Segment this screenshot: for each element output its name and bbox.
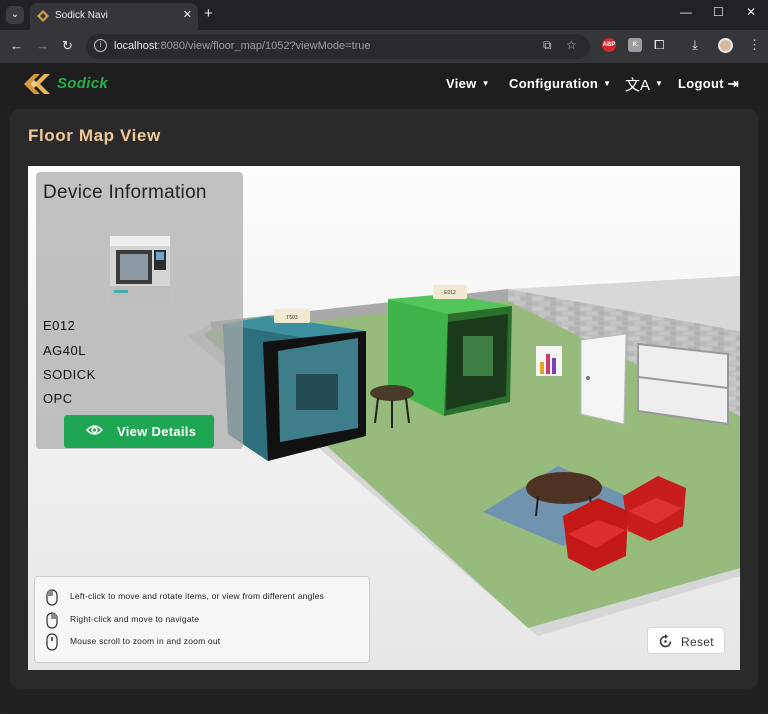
maximize-icon[interactable]: ☐ (713, 5, 724, 19)
machine-e012-label: E012 (444, 290, 456, 296)
tab-close-icon[interactable]: ✕ (183, 8, 192, 21)
device-info-panel: Device Information E012 AG40L SODICK OPC… (36, 172, 243, 449)
view-details-button[interactable]: View Details (64, 415, 214, 448)
reload-icon[interactable]: ↻ (62, 38, 73, 54)
mouse-scroll-icon (46, 633, 58, 651)
machine-t503-label: T503 (286, 315, 298, 321)
window (637, 342, 729, 426)
extensions-puzzle-icon[interactable]: ⧠ (654, 37, 664, 53)
reset-button[interactable]: Reset (647, 627, 725, 654)
back-icon[interactable]: ← (10, 38, 23, 53)
caret-down-icon: ▼ (481, 79, 490, 88)
tab-search-icon[interactable]: ⌄ (6, 6, 24, 24)
view-details-label: View Details (117, 424, 197, 439)
help-row-left-click: Left-click to move and rotate items, or … (45, 586, 365, 606)
app-root: Sodick View ▼ Configuration ▼ 文A ▼ Logout … (0, 63, 768, 714)
round-table-top[interactable] (370, 385, 414, 401)
eye-icon (86, 425, 103, 435)
door-handle (586, 376, 590, 380)
mouse-right-click-icon (46, 612, 58, 629)
close-window-icon[interactable]: ✕ (746, 5, 756, 19)
sodick-logo-icon[interactable] (20, 70, 54, 98)
open-external-icon[interactable]: ⧉ (543, 38, 552, 53)
sodick-favicon-icon (37, 10, 49, 22)
new-tab-icon[interactable]: + (204, 6, 213, 22)
tab-title: Sodick Navi (55, 10, 108, 21)
caret-down-icon: ▼ (603, 79, 612, 88)
browser-window: ⌄ Sodick Navi ✕ + — ☐ ✕ ← → ↻ i localhos… (0, 0, 768, 714)
help-text-right-click: Right-click and move to navigate (70, 614, 200, 624)
device-model: AG40L (43, 343, 86, 358)
navigation-help-box: Left-click to move and rotate items, or … (34, 576, 370, 663)
device-info-title: Device Information (43, 182, 207, 203)
nav-configuration-menu[interactable]: Configuration ▼ (509, 76, 611, 91)
url-text: localhost:8080/view/floor_map/1052?viewM… (114, 40, 371, 52)
logo-text[interactable]: Sodick (57, 75, 108, 92)
reset-rotate-icon (659, 634, 672, 648)
help-text-scroll: Mouse scroll to zoom in and zoom out (70, 636, 221, 646)
browser-tab[interactable]: Sodick Navi ✕ (30, 3, 198, 30)
device-maker: SODICK (43, 367, 96, 382)
logout-button[interactable]: Logout ⇥ (678, 76, 739, 92)
forward-icon[interactable]: → (36, 38, 49, 53)
machine-e012-spindle (463, 336, 493, 376)
browser-toolbar: ← → ↻ i localhost:8080/view/floor_map/10… (0, 30, 768, 63)
app-navbar: Sodick View ▼ Configuration ▼ 文A ▼ Logout … (0, 63, 768, 105)
reset-label: Reset (681, 635, 714, 649)
page-title: Floor Map View (28, 126, 161, 145)
minimize-icon[interactable]: — (680, 5, 692, 19)
nav-view-menu[interactable]: View ▼ (446, 76, 490, 91)
mouse-left-click-icon (46, 589, 58, 606)
language-caret-down-icon[interactable]: ▼ (655, 79, 663, 88)
download-icon[interactable]: ⤓ (692, 37, 698, 53)
adblock-extension-icon[interactable]: ABP (602, 38, 616, 52)
machine-t503-spindle (296, 374, 338, 410)
logout-icon: ⇥ (727, 76, 739, 91)
site-info-icon[interactable]: i (94, 39, 107, 52)
floor-map-card: Floor Map View T503 E012 Device Informat… (10, 109, 758, 689)
device-machine-image (110, 236, 170, 302)
profile-avatar[interactable] (718, 38, 733, 53)
browser-menu-icon[interactable]: ⋮ (748, 37, 761, 53)
address-bar[interactable]: i localhost:8080/view/floor_map/1052?vie… (86, 34, 590, 59)
help-row-right-click: Right-click and move to navigate (45, 609, 365, 629)
floor-map-3d-viewport[interactable]: T503 E012 Device Information E012 AG40L … (28, 166, 740, 670)
tab-strip: ⌄ Sodick Navi ✕ + — ☐ ✕ (0, 0, 768, 30)
bookmark-star-icon[interactable]: ☆ (566, 38, 577, 52)
device-id: E012 (43, 318, 76, 333)
wall-chart-bar (540, 362, 544, 374)
help-row-scroll: Mouse scroll to zoom in and zoom out (45, 631, 365, 651)
wall-chart-bar (552, 358, 556, 374)
k-extension-icon[interactable]: K (628, 38, 642, 52)
wall-chart-bar (546, 354, 550, 374)
help-text-left-click: Left-click to move and rotate items, or … (70, 591, 324, 601)
device-protocol: OPC (43, 391, 73, 406)
translate-icon[interactable]: 文A (625, 74, 650, 95)
